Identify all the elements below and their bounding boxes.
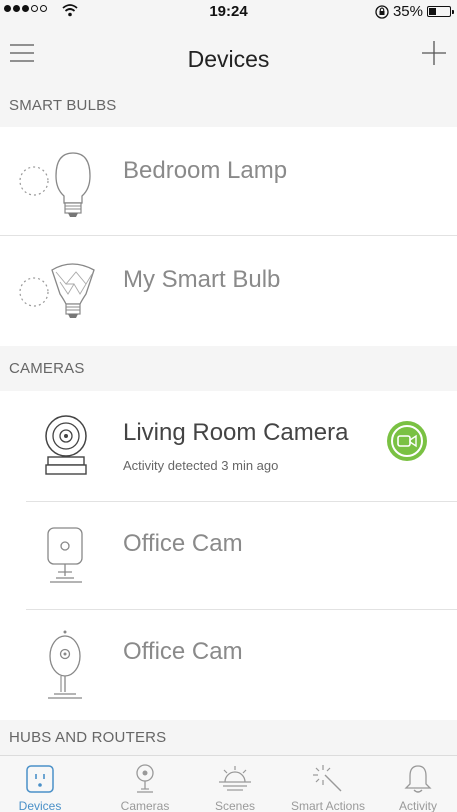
orientation-lock-icon bbox=[375, 4, 389, 19]
section-header-smart-bulbs: SMART BULBS bbox=[0, 84, 457, 127]
tab-label: Devices bbox=[18, 799, 62, 812]
pan-tilt-camera-icon bbox=[45, 415, 87, 475]
device-name: Living Room Camera bbox=[123, 419, 349, 446]
magic-wand-icon bbox=[313, 765, 342, 792]
tab-bar: Devices Cameras Scenes Smart Actions Act… bbox=[0, 755, 457, 812]
flood-bulb-icon bbox=[19, 263, 95, 318]
device-name: Office Cam bbox=[123, 530, 243, 557]
device-status-text: Activity detected 3 min ago bbox=[123, 458, 279, 473]
add-device-icon[interactable] bbox=[419, 38, 449, 68]
tab-cameras[interactable]: Cameras bbox=[110, 756, 180, 812]
cube-camera-icon bbox=[47, 527, 83, 583]
status-right: 35% bbox=[375, 3, 454, 20]
sunrise-icon bbox=[219, 766, 251, 791]
device-row-my-smart-bulb[interactable]: My Smart Bulb bbox=[0, 236, 457, 346]
device-row-office-cam-2[interactable]: Office Cam bbox=[0, 610, 457, 720]
outlet-icon bbox=[26, 765, 54, 793]
battery-percent: 35% bbox=[392, 3, 423, 20]
tab-scenes[interactable]: Scenes bbox=[205, 756, 265, 812]
battery-icon bbox=[427, 6, 454, 17]
section-header-cameras: CAMERAS bbox=[0, 346, 457, 391]
device-row-bedroom-lamp[interactable]: Bedroom Lamp bbox=[0, 127, 457, 235]
device-name: Bedroom Lamp bbox=[123, 157, 288, 184]
camera-icon bbox=[136, 764, 154, 793]
tab-smart-actions[interactable]: Smart Actions bbox=[281, 756, 375, 812]
bell-icon bbox=[404, 765, 432, 793]
device-row-office-cam-1[interactable]: Office Cam bbox=[0, 502, 457, 609]
tab-label: Cameras bbox=[120, 799, 170, 812]
dome-camera-icon bbox=[48, 630, 82, 699]
device-name: My Smart Bulb bbox=[123, 266, 281, 293]
light-bulb-icon bbox=[19, 152, 91, 217]
section-header-hubs: HUBS AND ROUTERS bbox=[0, 720, 457, 755]
status-bar: 19:24 35% bbox=[0, 0, 457, 22]
video-camera-icon bbox=[397, 434, 417, 448]
tab-activity[interactable]: Activity bbox=[390, 756, 446, 812]
tab-label: Activity bbox=[398, 799, 437, 812]
nav-bar: Devices bbox=[0, 22, 457, 84]
tab-devices[interactable]: Devices bbox=[10, 756, 70, 812]
page-title: Devices bbox=[187, 46, 270, 72]
device-name: Office Cam bbox=[123, 638, 243, 665]
tab-label: Scenes bbox=[214, 799, 256, 812]
tab-label: Smart Actions bbox=[290, 799, 366, 812]
live-view-button[interactable] bbox=[387, 421, 427, 461]
